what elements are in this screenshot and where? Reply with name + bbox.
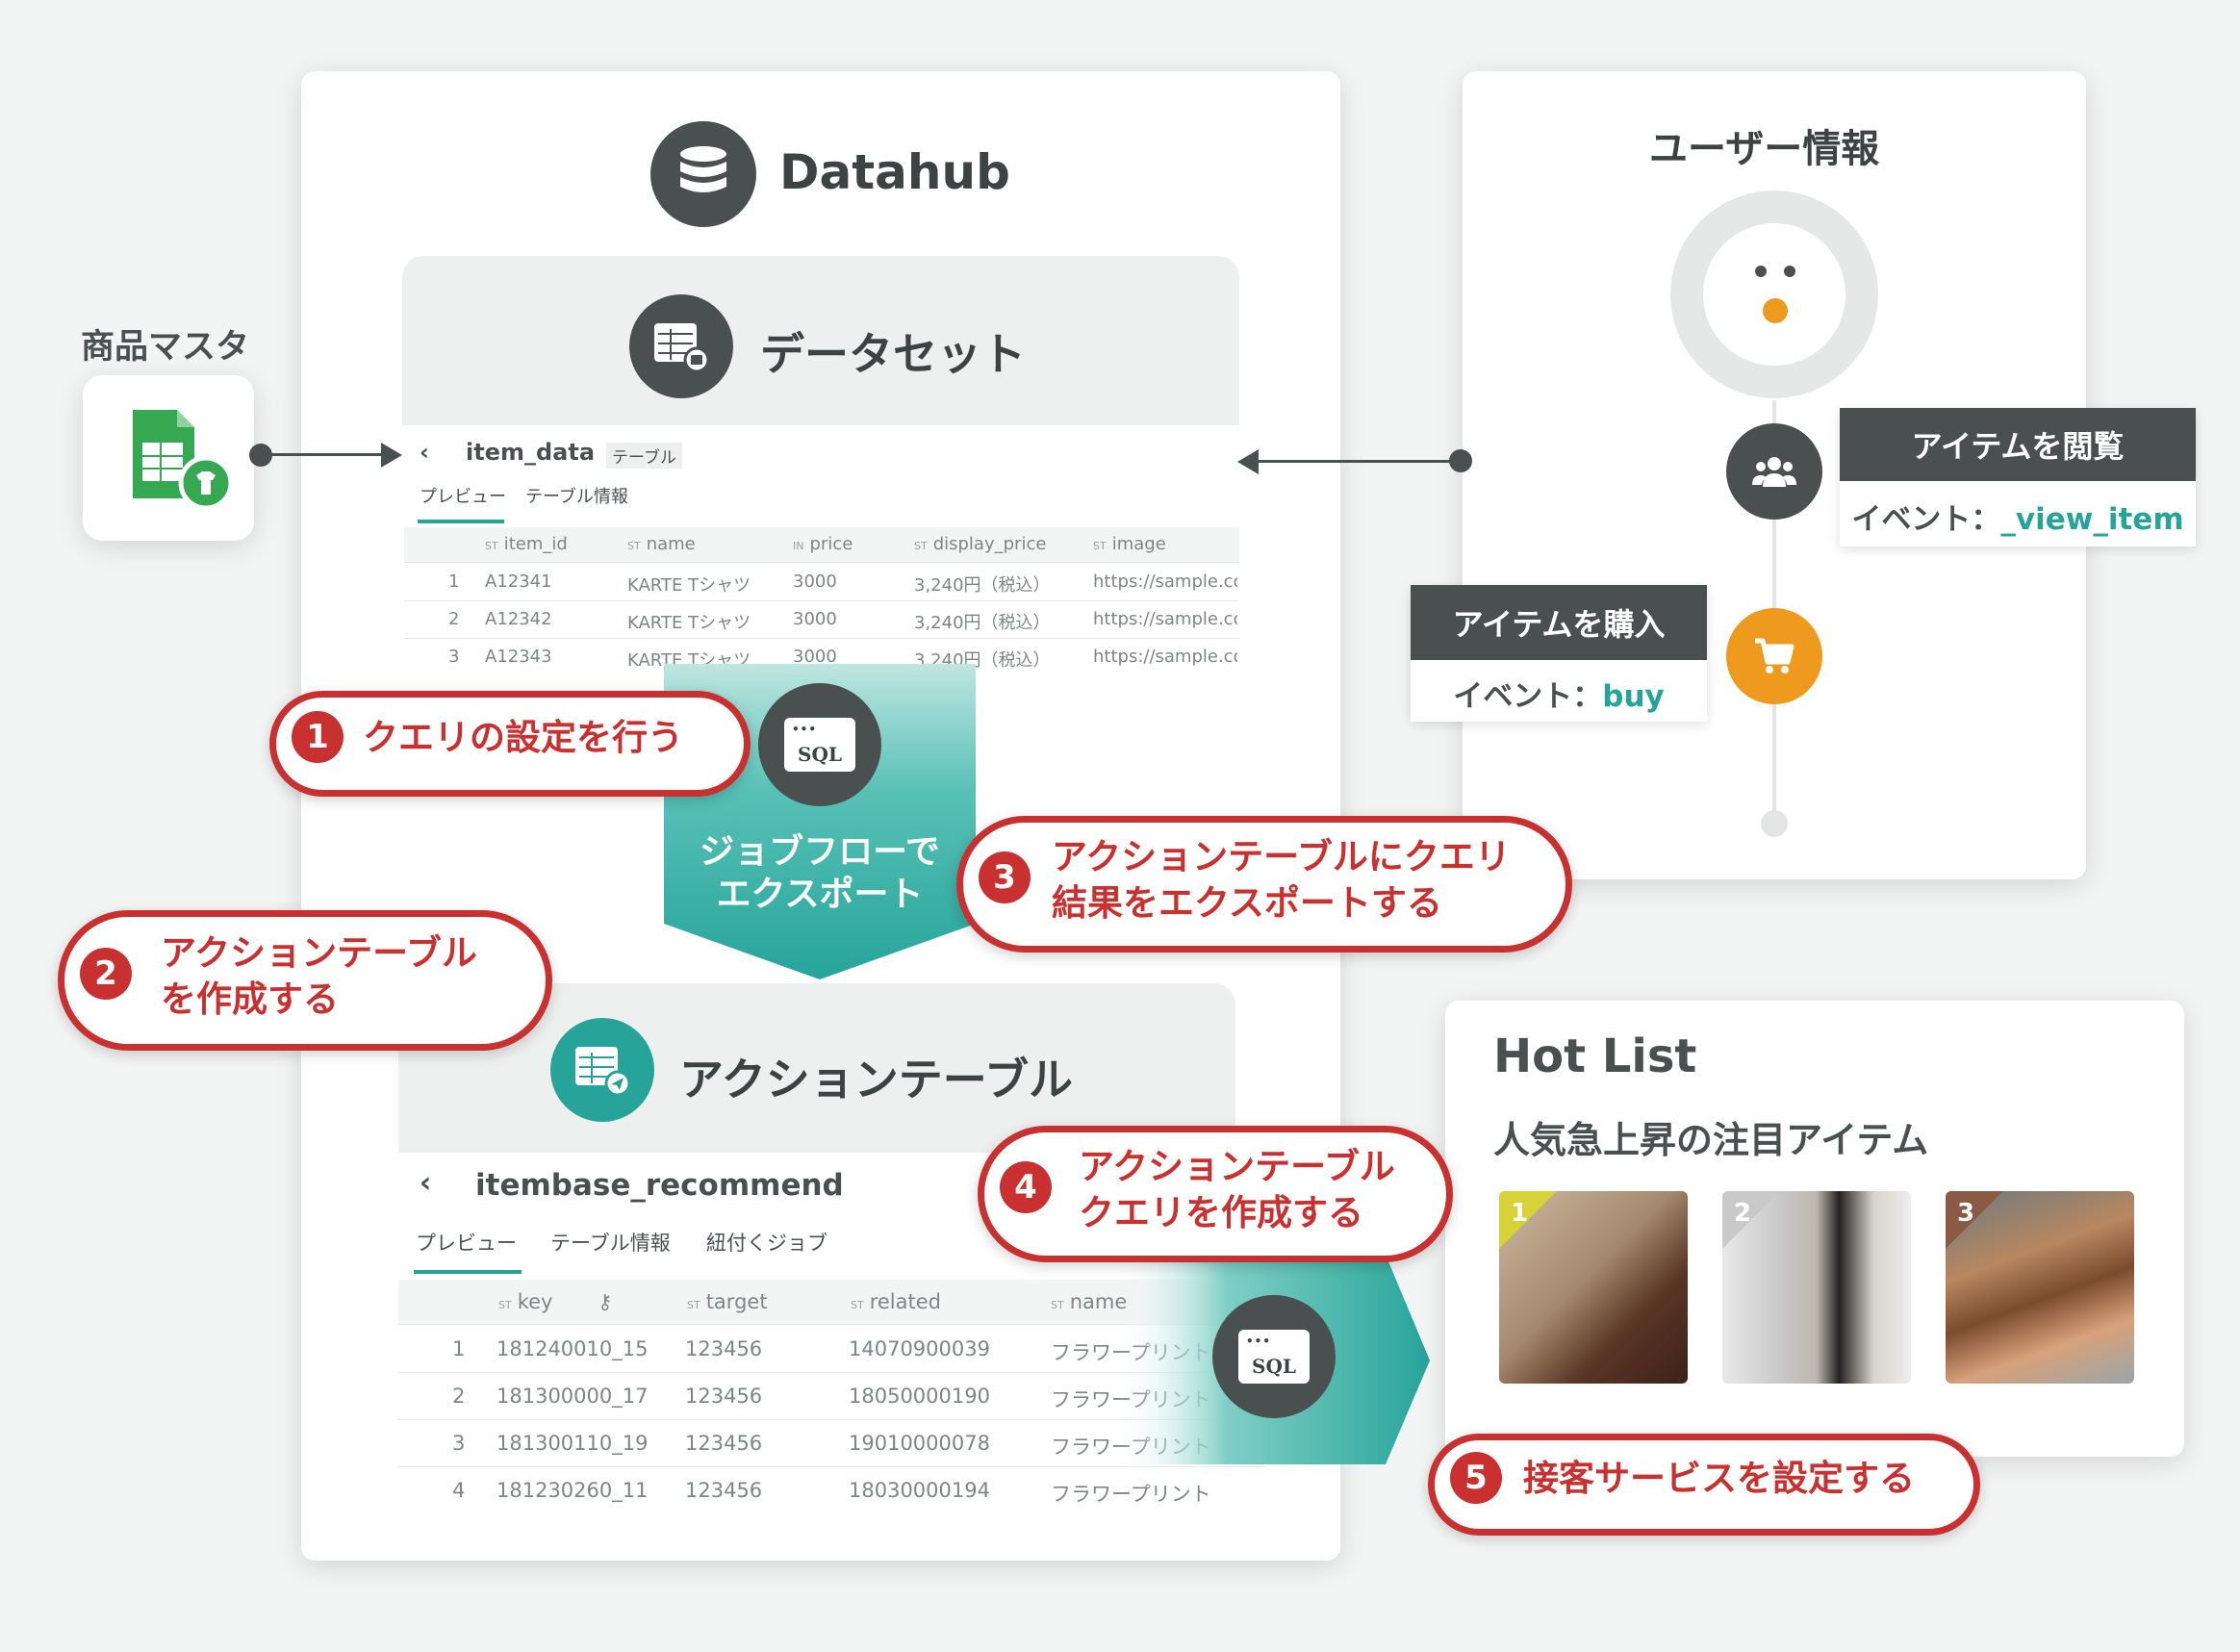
dataset-tab-info[interactable]: テーブル情報 [525, 483, 628, 508]
step-4-label-2: クエリを作成する [1079, 1192, 1363, 1233]
col-image: image [1111, 534, 1166, 554]
view-item-prefix: イベント： [1851, 502, 2001, 537]
avatar [1703, 223, 1845, 366]
view-event-node [1726, 423, 1822, 520]
dataset-table-name: item_data [466, 439, 596, 466]
step-3: 3 アクションテーブルにクエリ 結果をエクスポートする [956, 816, 1572, 953]
users-icon [1752, 457, 1796, 487]
col-related: related [869, 1290, 941, 1313]
view-item-event: アイテムを閲覧 イベント：_view_item [1840, 408, 2196, 546]
step-3-label-1: アクションテーブルにクエリ [1052, 836, 1511, 877]
cart-icon [1755, 638, 1795, 674]
rank-label: 3 [1957, 1199, 1975, 1228]
action-tab-info[interactable]: テーブル情報 [550, 1228, 671, 1257]
col-name: name [646, 534, 696, 554]
action-table-name: itembase_recommend [475, 1168, 844, 1203]
hotlist-subtitle: 人気急上昇の注目アイテム [1493, 1119, 1929, 1161]
col-price: price [809, 534, 853, 554]
hotlist-item-3[interactable]: 3 [1946, 1191, 2134, 1384]
dataset-back-icon[interactable]: ‹ [420, 439, 429, 466]
step-4-label-1: アクションテーブル [1079, 1146, 1395, 1187]
dataset-title: データセット [760, 328, 1026, 380]
col-key: key [517, 1290, 553, 1313]
avatar-eye [1784, 266, 1795, 277]
sql-bubble-2: ••• SQL [1212, 1295, 1336, 1418]
sql-icon: ••• SQL [784, 718, 855, 772]
buy-prefix: イベント： [1453, 679, 1603, 714]
step-3-number: 3 [979, 851, 1031, 903]
step-2: 2 アクションテーブル を作成する [58, 910, 552, 1051]
action-table-icon-circle [550, 1018, 654, 1122]
jobflow-label-2: エクスポート [716, 875, 924, 914]
sql-icon: ••• SQL [1238, 1330, 1310, 1384]
action-tab-preview[interactable]: プレビュー [416, 1228, 517, 1257]
action-table-title: アクションテーブル [679, 1054, 1073, 1106]
action-back-icon[interactable]: ‹ [420, 1166, 431, 1200]
arrow-head-left [1237, 449, 1259, 474]
view-item-head: アイテムを閲覧 [1840, 408, 2196, 481]
hotlist-item-2[interactable]: 2 [1722, 1191, 1911, 1384]
arrow-head-right [381, 443, 402, 468]
buy-event-node [1726, 608, 1822, 704]
step-5-label: 接客サービスを設定する [1523, 1458, 1915, 1499]
step-2-label-1: アクションテーブル [161, 932, 477, 974]
view-item-event-name: _view_item [2000, 502, 2184, 537]
table-row: 2 A12342 KARTE Tシャツ 3000 3,240円（税込） http… [404, 601, 1239, 639]
datahub-logo [650, 121, 756, 227]
dataset-icon-circle [629, 294, 733, 398]
spreadsheet-icon [133, 410, 234, 511]
datahub-title: Datahub [779, 144, 1010, 200]
rank-label: 2 [1734, 1199, 1752, 1228]
step-2-number: 2 [80, 948, 132, 1000]
avatar-nose [1763, 298, 1788, 323]
step-5: 5 接客サービスを設定する [1428, 1434, 1980, 1536]
rank-label: 1 [1511, 1199, 1529, 1228]
table-row: 1 A12341 KARTE Tシャツ 3000 3,240円（税込） http… [404, 564, 1239, 601]
dataset-icon [654, 323, 710, 373]
dataset-tab-underline [418, 520, 504, 523]
connector-line [1257, 460, 1463, 463]
user-info-title: ユーザー情報 [1649, 127, 1880, 171]
col-display-price: display_price [932, 534, 1047, 554]
step-3-label-2: 結果をエクスポートする [1052, 882, 1442, 924]
hotlist-title: Hot List [1493, 1029, 1697, 1083]
buy-event: アイテムを購入 イベント：buy [1411, 585, 1707, 722]
step-1: 1 クエリの設定を行う [269, 691, 751, 797]
action-table-icon [575, 1047, 631, 1097]
action-tab-jobs[interactable]: 紐付くジョブ [706, 1228, 827, 1257]
dataset-table: ST item_id ST name IN price ST display_price… [404, 527, 1239, 674]
step-5-number: 5 [1450, 1452, 1502, 1504]
dataset-table-tag: テーブル [606, 443, 682, 469]
key-icon: ⚷ [598, 1290, 613, 1313]
action-tab-underline [414, 1270, 522, 1274]
hotlist-item-1[interactable]: 1 [1499, 1191, 1688, 1384]
step-1-number: 1 [292, 711, 344, 763]
col-target: target [705, 1290, 768, 1313]
step-1-label: クエリの設定を行う [363, 717, 683, 758]
timeline-end [1761, 810, 1788, 837]
buy-head: アイテムを購入 [1411, 585, 1707, 660]
connector-dot [1449, 449, 1472, 472]
step-2-label-2: を作成する [161, 978, 339, 1020]
source-label: 商品マスタ [81, 328, 250, 367]
table-row: 4 181230260_11 123456 18030000194 フラワープリ… [452, 1479, 1211, 1506]
step-4-number: 4 [1000, 1161, 1052, 1213]
dataset-tab-preview[interactable]: プレビュー [420, 483, 506, 508]
buy-event-name: buy [1602, 679, 1665, 714]
connector-line [269, 453, 385, 456]
avatar-eye [1755, 266, 1767, 277]
database-icon [680, 146, 726, 192]
step-4: 4 アクションテーブル クエリを作成する [978, 1126, 1453, 1262]
sql-bubble-1: ••• SQL [758, 683, 881, 806]
col-item-id: item_id [503, 534, 568, 554]
